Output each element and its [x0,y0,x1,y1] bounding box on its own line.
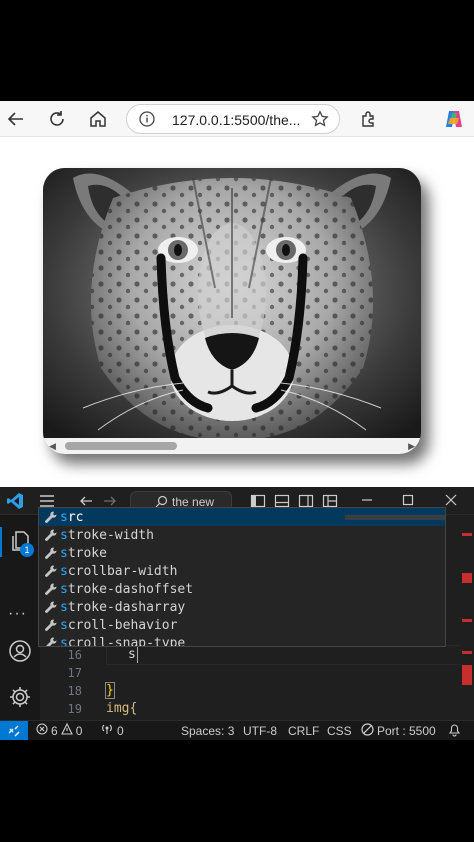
address-url: 127.0.0.1:5500/the... [172,112,301,128]
line-number: 16 [67,648,82,662]
close-icon[interactable] [444,493,458,512]
error-count: 6 [51,723,58,738]
line-number: 19 [67,702,82,716]
more-icon[interactable]: ··· [8,605,27,623]
wrench-icon [42,636,60,646]
wrench-icon [42,510,60,524]
horizontal-scrollbar[interactable]: ◀ ▶ [43,438,421,454]
error-marker [462,665,472,685]
language-mode-status[interactable]: CSS [327,724,352,738]
suggestion-match: s [60,617,68,633]
error-icon [36,723,48,738]
error-marker [462,619,472,622]
copilot-icon[interactable] [442,107,466,131]
suggestion-item[interactable]: stroke-width [39,526,445,544]
cheetah-image-container[interactable]: ◀ ▶ [43,168,421,454]
line-number: 18 [67,684,82,698]
suggestion-match: s [60,581,68,597]
encoding-status[interactable]: UTF-8 [243,724,277,738]
eol-status[interactable]: CRLF [288,724,319,738]
suggestion-rest: troke-dasharray [67,599,186,615]
page-content: ◀ ▶ [0,138,474,487]
suggestion-item[interactable]: scroll-snap-type [39,634,445,647]
suggestion-item[interactable]: scrollbar-width [39,562,445,580]
no-entry-icon [361,723,374,739]
vscode-logo-icon [6,492,24,515]
autocomplete-suggestions: src stroke-width stroke scrollbar-width … [38,507,446,647]
suggestion-match: s [60,545,68,561]
suggestion-match: s [60,527,68,543]
scrollbar-thumb[interactable] [65,442,177,450]
suggestion-rest: croll-behavior [67,617,178,633]
live-server-status[interactable]: Port : 5500 [361,723,436,739]
refresh-icon[interactable] [45,107,69,131]
home-icon[interactable] [86,107,110,131]
browser-toolbar: 127.0.0.1:5500/the... [0,101,474,137]
suggestion-rest: crollbar-width [67,563,178,579]
wrench-icon [42,582,60,596]
editor-scrollbar[interactable] [460,515,474,720]
remote-indicator[interactable] [0,721,28,740]
notifications-bell-icon[interactable] [448,723,461,740]
suggestion-match: s [60,509,68,525]
error-marker [462,651,472,654]
suggestion-rest: troke-width [67,527,154,543]
port-label: Port : 5500 [377,724,436,738]
suggestion-rest: troke [67,545,107,561]
ports-count: 0 [117,723,124,738]
code-line: } [105,682,115,699]
suggestion-match: s [60,635,68,647]
favorite-star-icon[interactable] [311,110,329,133]
wrench-icon [42,600,60,614]
suggestion-match: s [60,563,68,579]
status-bar: 6 0 0 Spaces: 3 UTF-8 CRLF CSS Port : 55… [0,720,474,740]
current-line-highlight [106,645,466,665]
cheetah-image [43,168,421,438]
activity-bar: 1 ··· [0,515,40,720]
wrench-icon [42,564,60,578]
extensions-icon[interactable] [356,107,380,131]
suggestion-item[interactable]: stroke [39,544,445,562]
suggest-scroll-thumb[interactable] [345,515,445,520]
error-marker [462,573,472,583]
error-marker [462,533,472,536]
warning-icon [60,722,73,738]
suggestion-item[interactable]: src [39,508,445,526]
broadcast-icon [100,723,114,738]
suggestion-item[interactable]: stroke-dasharray [39,598,445,616]
suggestion-item[interactable]: stroke-dashoffset [39,580,445,598]
wrench-icon [42,618,60,632]
screen: 127.0.0.1:5500/the... ◀ ▶ the new 1 ··· … [0,0,474,842]
indentation-status[interactable]: Spaces: 3 [181,724,234,738]
scroll-left-arrow-icon[interactable]: ◀ [49,441,56,452]
suggestion-rest: troke-dashoffset [67,581,194,597]
problems-indicator[interactable]: 6 0 [36,722,83,738]
code-line: img{ [106,701,138,716]
browser-window: 127.0.0.1:5500/the... ◀ ▶ [0,101,474,487]
ports-indicator[interactable]: 0 [100,723,124,738]
warning-count: 0 [75,723,83,738]
active-indicator [0,527,2,557]
settings-gear-icon[interactable] [8,685,32,714]
site-info-icon[interactable] [139,111,155,132]
address-bar[interactable]: 127.0.0.1:5500/the... [126,104,340,134]
notification-badge: 1 [20,543,34,557]
account-icon[interactable] [8,639,32,668]
wrench-icon [42,546,60,560]
suggestion-match: s [60,599,68,615]
back-arrow-icon[interactable] [4,107,28,131]
wrench-icon [42,528,60,542]
suggestion-rest: croll-snap-type [67,635,186,647]
line-number: 17 [67,666,82,680]
suggestion-rest: rc [67,509,84,525]
scroll-right-arrow-icon[interactable]: ▶ [408,441,415,452]
suggestion-item[interactable]: scroll-behavior [39,616,445,634]
